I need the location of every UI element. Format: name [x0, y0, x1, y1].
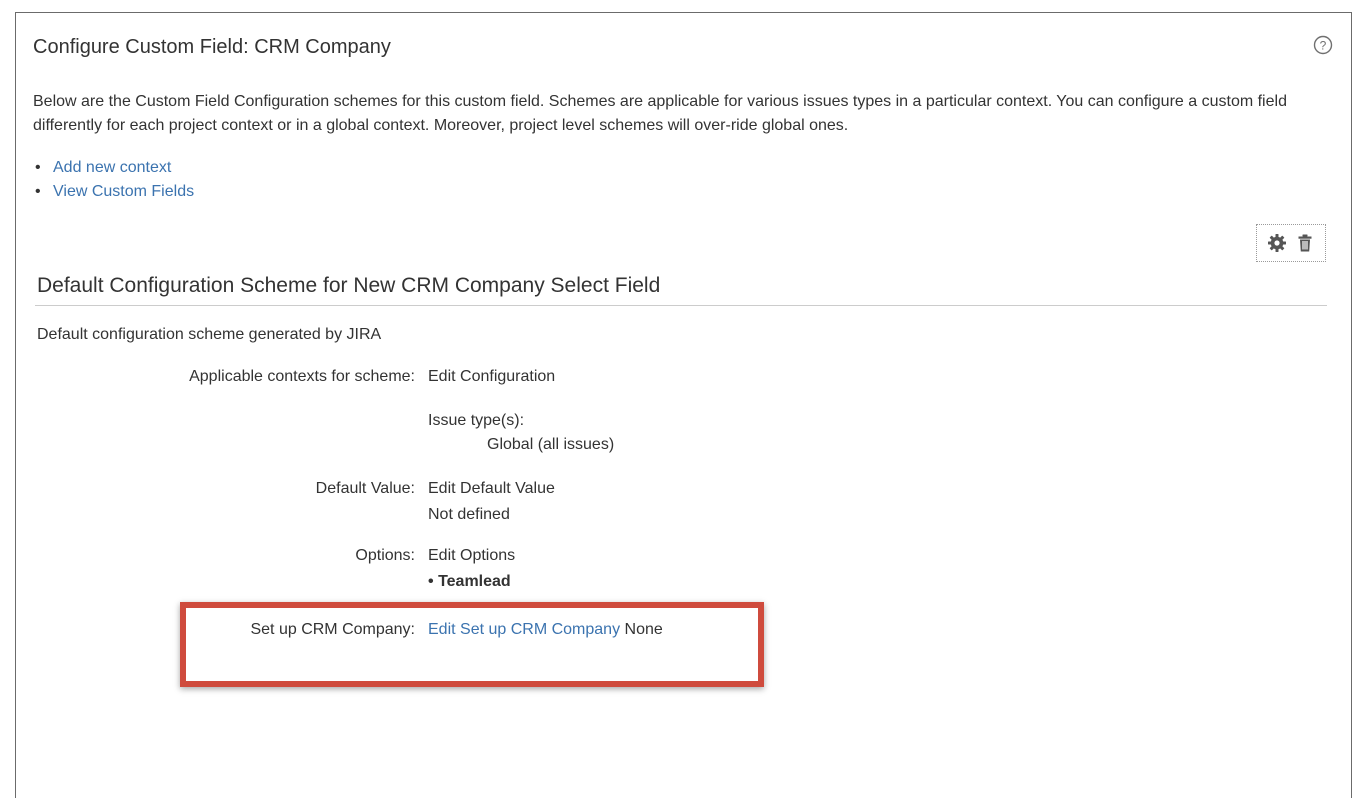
page-title: Configure Custom Field: CRM Company — [33, 36, 391, 58]
highlight-box — [180, 602, 764, 687]
default-value: Not defined — [428, 506, 510, 523]
option-label: Teamlead — [438, 573, 511, 590]
issue-types-value: Global (all issues) — [487, 436, 615, 453]
divider — [35, 305, 1327, 306]
help-icon[interactable]: ? — [1313, 35, 1333, 55]
issue-types-label: Issue type(s): — [428, 412, 525, 429]
view-custom-fields-link[interactable]: View Custom Fields — [53, 183, 194, 200]
option-item: • Teamlead — [428, 573, 511, 591]
list-item: View Custom Fields — [33, 180, 194, 204]
list-item: Add new context — [33, 156, 194, 180]
gear-icon[interactable] — [1267, 233, 1287, 253]
edit-options-link[interactable]: Edit Options — [428, 547, 515, 565]
edit-configuration-link[interactable]: Edit Configuration — [428, 368, 555, 386]
scheme-description: Default configuration scheme generated b… — [37, 326, 382, 343]
edit-default-value-link[interactable]: Edit Default Value — [428, 480, 555, 498]
add-new-context-link[interactable]: Add new context — [53, 159, 171, 176]
page-links: Add new context View Custom Fields — [33, 156, 194, 204]
svg-text:?: ? — [1320, 39, 1327, 53]
applicable-contexts-label: Applicable contexts for scheme: — [189, 368, 415, 385]
trash-icon[interactable] — [1295, 233, 1315, 253]
scheme-toolbar — [1256, 224, 1326, 262]
options-label: Options: — [355, 547, 415, 564]
page-description: Below are the Custom Field Configuration… — [33, 93, 1287, 134]
default-value-label: Default Value: — [315, 480, 415, 497]
scheme-title: Default Configuration Scheme for New CRM… — [37, 274, 661, 297]
bullet: • — [428, 573, 434, 590]
